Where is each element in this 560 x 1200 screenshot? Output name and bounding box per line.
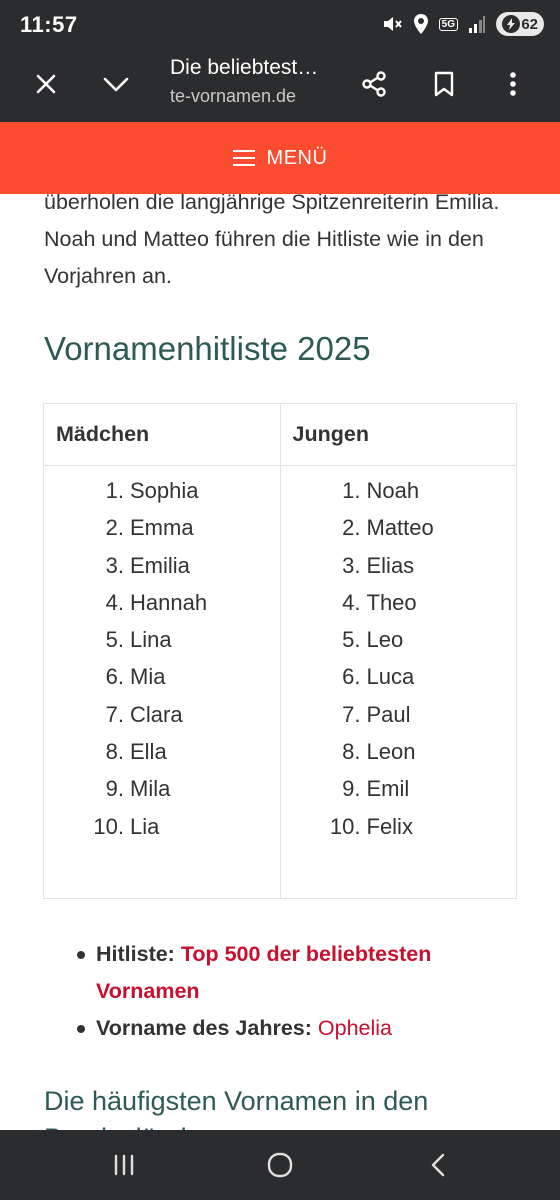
list-item: 8. Leon [342,739,416,765]
recent-apps-button[interactable] [94,1145,154,1185]
list-item: 4. Hannah [105,589,208,615]
back-icon [431,1153,445,1177]
more-vert-icon [510,72,516,96]
status-time: 11:57 [20,12,78,37]
minimize-button[interactable] [92,60,140,108]
share-icon [362,71,386,97]
battery-level: 62 [521,15,538,33]
recent-apps-icon [114,1154,134,1176]
list-item: 5. Lina [105,627,172,653]
page-title[interactable]: Die beliebtest… [170,56,318,80]
column-header-boys: Jungen [279,403,517,466]
ophelia-link[interactable]: Ophelia [318,1016,392,1040]
signal-icon [468,14,486,34]
hitliste-label: Hitliste: [96,942,175,966]
status-bar: 11:57 5G 62 [0,0,560,48]
site-menu-button[interactable]: MENÜ [0,122,560,194]
list-item: 7. Paul [342,701,411,727]
list-item: 8. Ella [105,739,167,765]
menu-label: MENÜ [266,146,328,169]
close-icon [36,74,56,94]
bookmark-button[interactable] [420,60,468,108]
article-content: überholen die langjährige Spitzenreiteri… [0,180,560,1130]
list-item: 10. Lia [93,813,160,839]
list-item: 4. Theo [342,589,417,615]
list-item: 7. Clara [105,701,183,727]
list-item: 2. Matteo [342,515,434,541]
vorname-des-jahres-label: Vorname des Jahres: [96,1016,312,1040]
list-item: 3. Emilia [105,552,190,578]
system-nav-bar [0,1130,560,1200]
more-options-button[interactable] [489,60,537,108]
network-badge: 5G [438,17,458,31]
list-item: 6. Luca [342,664,415,690]
girls-list: 1. Sophia 2. Emma 3. Emilia 4. Hannah 5. Lina… [43,465,281,899]
list-item: 2. Emma [105,515,194,541]
home-button[interactable] [250,1145,310,1185]
status-icons: 5G 62 [381,10,544,38]
list-item: Hitliste: Top 500 der beliebtesten Vorna… [77,936,516,1010]
bookmark-icon [434,71,454,97]
close-tab-button[interactable] [22,60,70,108]
browser-toolbar: Die beliebtest… te-vornamen.de [0,48,560,122]
list-item: Vorname des Jahres: Ophelia [77,1010,516,1047]
page-url[interactable]: te-vornamen.de [170,86,296,107]
names-table: Mädchen Jungen 1. Sophia 2. Emma 3. Emilia … [43,403,517,899]
section-heading: Vornamenhitliste 2025 [44,330,371,367]
related-links-list: Hitliste: Top 500 der beliebtesten Vorna… [77,936,516,1047]
list-item: 9. Mila [105,776,171,802]
subsection-heading: Die häufigsten Vornamen in den Bundeslän… [44,1086,429,1130]
list-item: 10. Felix [329,813,413,839]
list-item: 9. Emil [342,776,410,802]
chevron-down-icon [103,77,129,92]
list-item: 1. Sophia [105,478,199,503]
intro-paragraph: überholen die langjährige Spitzenreiteri… [44,190,500,288]
list-item: 1. Noah [342,478,420,503]
charging-icon [502,15,520,33]
share-button[interactable] [350,60,398,108]
location-icon [413,13,429,35]
mute-icon [381,13,403,35]
home-icon [267,1152,293,1178]
list-item: 6. Mia [105,664,166,690]
back-button[interactable] [408,1145,468,1185]
list-item: 5. Leo [342,627,404,653]
hamburger-icon [232,150,255,166]
list-item: 3. Elias [342,552,415,578]
boys-list: 1. Noah 2. Matteo 3. Elias 4. Theo 5. Leo 6. L… [279,465,517,899]
battery-icon: 62 [496,12,544,36]
column-header-girls: Mädchen [43,403,281,466]
